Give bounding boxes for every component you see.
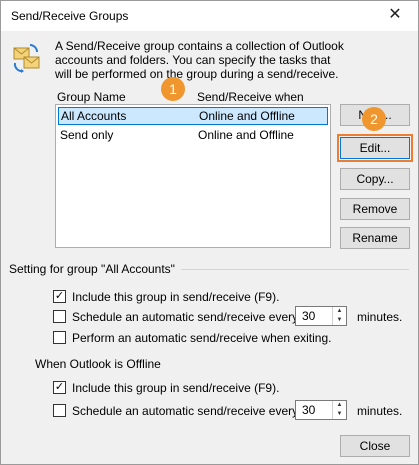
offline-minutes-value[interactable]: 30	[302, 403, 315, 417]
offline-schedule-label: Schedule an automatic send/receive every	[72, 404, 299, 418]
send-receive-groups-dialog: Send/Receive Groups ✕ A Send/Receive gro…	[0, 0, 419, 465]
online-include-label: Include this group in send/receive (F9).	[72, 290, 280, 304]
online-minutes-value[interactable]: 30	[302, 309, 315, 323]
stepper-arrows: ▲ ▼	[332, 401, 346, 419]
online-minutes-unit: minutes.	[357, 310, 403, 324]
group-when: Online and Offline	[198, 128, 294, 142]
column-header-send-receive-when[interactable]: Send/Receive when	[197, 90, 304, 104]
close-button[interactable]: Close	[340, 435, 410, 457]
online-schedule-label: Schedule an automatic send/receive every	[72, 310, 299, 324]
copy-button[interactable]: Copy...	[340, 168, 410, 190]
settings-divider	[181, 269, 409, 270]
group-name: All Accounts	[61, 109, 127, 123]
groups-list[interactable]: All Accounts Online and Offline Send onl…	[55, 104, 331, 248]
offline-schedule-checkbox[interactable]	[53, 404, 66, 417]
send-receive-groups-icon	[13, 44, 40, 73]
close-window-icon[interactable]: ✕	[384, 4, 406, 26]
remove-button[interactable]: Remove	[340, 198, 410, 220]
title-bar: Send/Receive Groups ✕	[1, 1, 418, 31]
spin-down-icon[interactable]: ▼	[333, 316, 346, 325]
online-include-checkbox[interactable]: ✓	[53, 290, 66, 303]
callout-badge-1: 1	[161, 77, 185, 101]
spin-up-icon[interactable]: ▲	[333, 307, 346, 316]
window-title: Send/Receive Groups	[11, 9, 129, 23]
group-name: Send only	[60, 128, 114, 142]
list-item[interactable]: Send only Online and Offline	[58, 126, 328, 144]
list-item[interactable]: All Accounts Online and Offline	[58, 107, 328, 125]
online-exit-checkbox[interactable]	[53, 331, 66, 344]
online-schedule-checkbox[interactable]	[53, 310, 66, 323]
group-when: Online and Offline	[199, 109, 295, 123]
column-header-group-name[interactable]: Group Name	[57, 90, 126, 104]
settings-heading: Setting for group "All Accounts"	[9, 262, 175, 276]
offline-heading: When Outlook is Offline	[35, 357, 161, 371]
edit-button[interactable]: Edit...	[340, 137, 410, 159]
stepper-arrows: ▲ ▼	[332, 307, 346, 325]
offline-minutes-stepper[interactable]: 30 ▲ ▼	[295, 400, 347, 420]
dialog-description: A Send/Receive group contains a collecti…	[55, 39, 344, 81]
offline-include-checkbox[interactable]: ✓	[53, 381, 66, 394]
rename-button[interactable]: Rename	[340, 227, 410, 249]
online-exit-label: Perform an automatic send/receive when e…	[72, 331, 332, 345]
spin-down-icon[interactable]: ▼	[333, 410, 346, 419]
offline-include-label: Include this group in send/receive (F9).	[72, 381, 280, 395]
callout-badge-2: 2	[362, 107, 386, 131]
offline-minutes-unit: minutes.	[357, 404, 403, 418]
online-minutes-stepper[interactable]: 30 ▲ ▼	[295, 306, 347, 326]
spin-up-icon[interactable]: ▲	[333, 401, 346, 410]
